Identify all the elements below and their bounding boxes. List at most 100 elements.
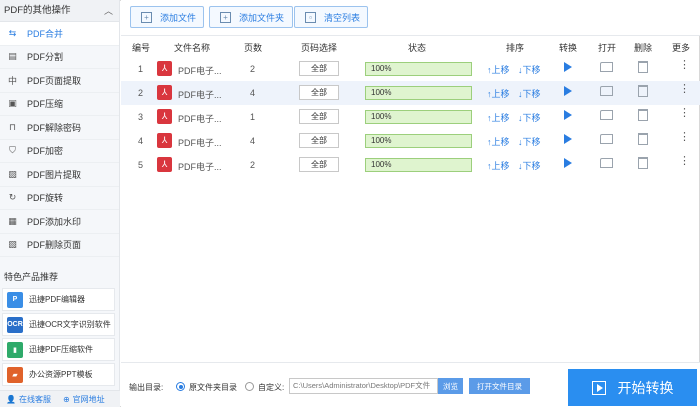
progress-bar: 100% <box>365 134 472 148</box>
row-num: 1 <box>138 64 144 74</box>
move-down-button[interactable]: ↓下移 <box>518 87 541 100</box>
sidebar-item-watermark[interactable]: ▦ PDF添加水印 <box>0 210 119 234</box>
more-vertical-icon[interactable]: ⋮ <box>679 84 690 95</box>
clear-list-button[interactable]: ▫ 清空列表 <box>294 6 368 28</box>
table-row[interactable]: 1 ⅄ PDF电子... 2 全部 100% ↑上移 ↓下移 ⋮ <box>121 57 700 81</box>
output-bar: 输出目录: 原文件夹目录 自定义: C:\Users\Administrator… <box>121 362 700 407</box>
delete-page-icon: ▧ <box>8 239 17 250</box>
radio-source-label: 原文件夹目录 <box>189 383 237 392</box>
sidebar-item-unlock[interactable]: ⊓ PDF解除密码 <box>0 116 119 140</box>
sidebar-item-label: PDF合并 <box>27 28 64 39</box>
col-convert: 转换 <box>559 43 578 53</box>
featured-label: 迅捷PDF编辑器 <box>29 295 85 304</box>
split-icon: ▤ <box>8 51 17 62</box>
browse-button[interactable]: 浏览 <box>438 378 463 394</box>
move-down-button[interactable]: ↓下移 <box>518 63 541 76</box>
toolbar: + 添加文件 + 添加文件夹 ▫ 清空列表 <box>121 0 700 36</box>
radio-custom[interactable] <box>245 382 254 391</box>
start-convert-button[interactable]: 开始转换 <box>568 369 697 406</box>
table-row[interactable]: 2 ⅄ PDF电子... 4 全部 100% ↑上移 ↓下移 ⋮ <box>121 81 700 105</box>
page-select-button[interactable]: 全部 <box>299 109 339 124</box>
move-down-button[interactable]: ↓下移 <box>518 135 541 148</box>
folder-open-icon[interactable] <box>600 134 613 144</box>
row-num: 3 <box>138 112 144 122</box>
folder-open-icon[interactable] <box>600 110 613 120</box>
ppt-logo: ▰ <box>7 366 23 383</box>
trash-icon[interactable] <box>638 157 648 169</box>
chevron-up-icon[interactable]: ︿ <box>104 0 113 22</box>
page-select-button[interactable]: 全部 <box>299 61 339 76</box>
sidebar-item-compress[interactable]: ▣ PDF压缩 <box>0 93 119 116</box>
featured-pdf-editor[interactable]: P 迅捷PDF编辑器 <box>2 288 115 311</box>
pdf-file-icon: ⅄ <box>157 109 172 124</box>
sidebar-item-split[interactable]: ▤ PDF分割 <box>0 46 119 69</box>
sidebar-item-label: PDF图片提取 <box>27 169 82 180</box>
table-row[interactable]: 4 ⅄ PDF电子... 4 全部 100% ↑上移 ↓下移 ⋮ <box>121 129 700 153</box>
more-vertical-icon[interactable]: ⋮ <box>679 156 690 167</box>
page-select-button[interactable]: 全部 <box>299 133 339 148</box>
col-page-select: 页码选择 <box>301 43 338 53</box>
sidebar-item-extract[interactable]: 中 PDF页面提取 <box>0 69 119 93</box>
row-pages: 1 <box>250 112 256 122</box>
shield-icon: ⛉ <box>9 145 16 156</box>
trash-icon[interactable] <box>638 109 648 121</box>
sidebar-item-delete-page[interactable]: ▧ PDF删除页面 <box>0 234 119 257</box>
move-up-button[interactable]: ↑上移 <box>487 135 510 148</box>
trash-icon[interactable] <box>638 133 648 145</box>
trash-icon[interactable] <box>638 85 648 97</box>
radio-source-folder[interactable] <box>176 382 185 391</box>
sidebar-item-label: PDF删除页面 <box>27 240 82 251</box>
add-file-icon: + <box>141 11 152 23</box>
table-row[interactable]: 5 ⅄ PDF电子... 2 全部 100% ↑上移 ↓下移 ⋮ <box>121 153 700 177</box>
ocr-logo: OCR <box>7 316 23 333</box>
sidebar-item-label: PDF压缩 <box>27 99 64 110</box>
folder-open-icon[interactable] <box>600 158 613 168</box>
convert-play-icon[interactable] <box>564 134 572 144</box>
page-select-button[interactable]: 全部 <box>299 157 339 172</box>
featured-compress[interactable]: ▮ 迅捷PDF压缩软件 <box>2 338 115 361</box>
folder-open-icon[interactable] <box>600 86 613 96</box>
col-more: 更多 <box>672 43 691 53</box>
convert-play-icon[interactable] <box>564 62 572 72</box>
move-up-button[interactable]: ↑上移 <box>487 111 510 124</box>
output-path-input[interactable]: C:\Users\Administrator\Desktop\PDF文件 <box>289 378 438 394</box>
more-vertical-icon[interactable]: ⋮ <box>679 60 690 71</box>
sidebar-item-encrypt[interactable]: ⛉ PDF加密 <box>0 140 119 163</box>
move-up-button[interactable]: ↑上移 <box>487 63 510 76</box>
progress-bar: 100% <box>365 158 472 172</box>
pdf-file-icon: ⅄ <box>157 133 172 148</box>
sidebar-item-merge[interactable]: ⇆ PDF合并 <box>0 22 119 46</box>
row-filename: PDF电子... <box>178 162 222 172</box>
sidebar-item-image-extract[interactable]: ▨ PDF图片提取 <box>0 163 119 187</box>
website-link[interactable]: ⊕ 官网地址 <box>63 394 105 405</box>
row-filename: PDF电子... <box>178 66 222 76</box>
add-file-button[interactable]: + 添加文件 <box>130 6 204 28</box>
table-row[interactable]: 3 ⅄ PDF电子... 1 全部 100% ↑上移 ↓下移 ⋮ <box>121 105 700 129</box>
featured-ppt[interactable]: ▰ 办公资源PPT模板 <box>2 363 115 386</box>
add-folder-button[interactable]: + 添加文件夹 <box>209 6 293 28</box>
sidebar-header-label: PDF的其他操作 <box>4 5 71 16</box>
featured-label: 迅捷OCR文字识别软件 <box>29 320 111 329</box>
sidebar-item-label: PDF旋转 <box>27 193 64 204</box>
sidebar: PDF的其他操作 ︿ ⇆ PDF合并 ▤ PDF分割 中 PDF页面提取 ▣ P… <box>0 0 120 407</box>
trash-icon[interactable] <box>638 61 648 73</box>
support-link[interactable]: 👤 在线客服 <box>6 394 51 405</box>
folder-open-icon[interactable] <box>600 62 613 72</box>
col-open: 打开 <box>598 43 617 53</box>
featured-ocr[interactable]: OCR 迅捷OCR文字识别软件 <box>2 313 115 336</box>
move-down-button[interactable]: ↓下移 <box>518 111 541 124</box>
move-down-button[interactable]: ↓下移 <box>518 159 541 172</box>
move-up-button[interactable]: ↑上移 <box>487 87 510 100</box>
open-folder-button[interactable]: 打开文件目录 <box>469 378 530 394</box>
page-select-button[interactable]: 全部 <box>299 85 339 100</box>
more-vertical-icon[interactable]: ⋮ <box>679 108 690 119</box>
move-up-button[interactable]: ↑上移 <box>487 159 510 172</box>
convert-play-icon[interactable] <box>564 110 572 120</box>
convert-play-icon[interactable] <box>564 86 572 96</box>
sidebar-item-rotate[interactable]: ↻ PDF旋转 <box>0 187 119 210</box>
sidebar-header[interactable]: PDF的其他操作 ︿ <box>0 0 119 22</box>
col-pages: 页数 <box>244 43 263 53</box>
merge-icon: ⇆ <box>8 27 17 38</box>
convert-play-icon[interactable] <box>564 158 572 168</box>
more-vertical-icon[interactable]: ⋮ <box>679 132 690 143</box>
